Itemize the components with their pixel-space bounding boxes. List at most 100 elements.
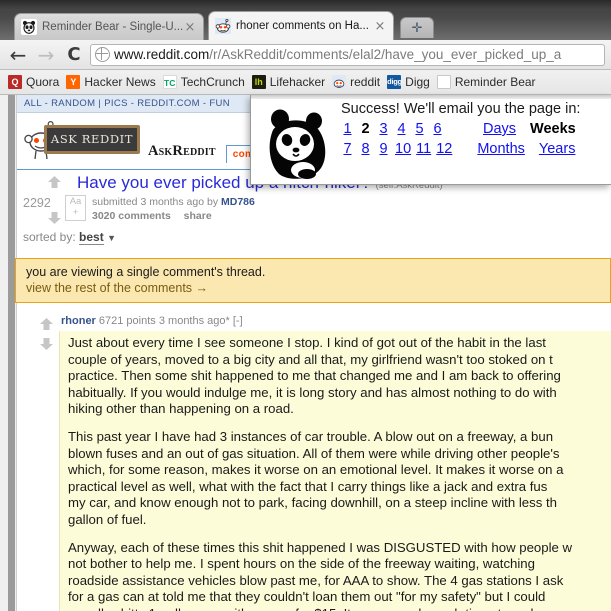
reminder-row-1: 1 2 3 4 5 6 Days Weeks: [341, 121, 609, 137]
comment-line: roadside assistance vehicles blow past m…: [68, 572, 564, 588]
bookmark-digg[interactable]: digg Digg: [385, 73, 435, 92]
unit-option-weeks-selected[interactable]: Weeks: [530, 121, 576, 137]
comment-body: Just about every time I see someone I st…: [59, 331, 611, 611]
number-option-2-selected[interactable]: 2: [359, 121, 372, 137]
number-option-4[interactable]: 4: [395, 121, 408, 137]
comment-upvote-icon[interactable]: [39, 317, 54, 331]
bookmark-label: reddit: [350, 75, 381, 89]
number-option-6[interactable]: 6: [431, 121, 444, 137]
bookmarks-bar: Q Quora Y Hacker News TC TechCrunch lh L…: [0, 70, 611, 95]
subreddit-title[interactable]: AskReddit: [142, 143, 226, 162]
number-option-8[interactable]: 8: [359, 141, 372, 157]
tab-title: rhoner comments on Ha...: [236, 20, 369, 32]
subreddit-banner-text: ASK REDDIT: [44, 125, 140, 154]
bookmark-hacker-news[interactable]: Y Hacker News: [64, 73, 160, 92]
quora-icon: Q: [8, 75, 22, 89]
digg-icon: digg: [387, 75, 402, 89]
post-submitted: submitted 3 months ago by: [92, 196, 219, 208]
browser-window: Reminder Bear - Single-U... × rhoner com…: [0, 0, 611, 611]
browser-tab-reddit[interactable]: rhoner comments on Ha... ×: [208, 11, 394, 40]
reddit-icon: [332, 75, 347, 89]
post-share-link[interactable]: share: [184, 210, 212, 222]
bookmark-label: Hacker News: [84, 75, 156, 89]
page-scrollbar[interactable]: [0, 95, 17, 611]
number-option-3[interactable]: 3: [377, 121, 390, 137]
chevron-down-icon[interactable]: ▼: [107, 233, 116, 243]
number-option-12[interactable]: 12: [436, 141, 452, 157]
number-option-10[interactable]: 10: [395, 141, 411, 157]
text-size-widget[interactable]: Aa +: [65, 195, 86, 221]
forward-button[interactable]: →: [32, 41, 60, 69]
banner-line-1: you are viewing a single comment's threa…: [26, 265, 266, 279]
post-score: 2292: [23, 196, 51, 210]
comment-line: Just about every time I see someone I st…: [68, 335, 546, 350]
post-author[interactable]: MD786: [221, 196, 255, 208]
comment-line: blown fuses and an out of gas situation.…: [68, 445, 560, 461]
new-tab-button[interactable]: ✛: [400, 17, 434, 38]
address-bar[interactable]: www.reddit.com/r/AskReddit/comments/elal…: [90, 43, 605, 66]
url-host: www.reddit.com: [114, 47, 210, 62]
unit-option-years[interactable]: Years: [539, 141, 576, 157]
techcrunch-icon: TC: [162, 75, 177, 89]
globe-icon: [95, 47, 110, 62]
reload-button[interactable]: C: [60, 41, 88, 69]
url-path: /r/AskReddit/comments/elal2/have_you_eve…: [209, 47, 562, 62]
popup-title: Success! We'll email you the page in:: [341, 101, 581, 117]
browser-tab-reminder-bear[interactable]: Reminder Bear - Single-U... ×: [14, 13, 204, 40]
view-rest-of-comments-link[interactable]: view the rest of the comments →: [26, 281, 610, 295]
close-icon[interactable]: ×: [183, 21, 197, 34]
unit-option-days[interactable]: Days: [483, 121, 516, 137]
hacker-news-icon: Y: [66, 75, 81, 89]
unit-option-months[interactable]: Months: [477, 141, 525, 157]
comment-line: habitually. If you would indulge me, it …: [68, 384, 557, 400]
comment-paragraph: Anyway, each of these times this shit ha…: [68, 540, 611, 611]
number-option-11[interactable]: 11: [416, 141, 431, 157]
sorted-by-value[interactable]: best: [79, 230, 104, 245]
comment-collapse-toggle[interactable]: [-]: [233, 315, 243, 327]
lifehacker-icon: lh: [251, 75, 266, 89]
number-option-9[interactable]: 9: [377, 141, 390, 157]
comment-author[interactable]: rhoner: [61, 315, 96, 327]
comment-line: Anyway, each of these times this shit ha…: [68, 539, 573, 555]
bookmark-lifehacker[interactable]: lh Lifehacker: [250, 73, 330, 92]
comment-line: which, for some reason, makes it worse o…: [68, 462, 564, 478]
comment-line: a really shitty 1-gallon one with no cap…: [68, 606, 611, 611]
post-actions: 3020 comments share: [92, 210, 212, 222]
comment-line: not bother to help me. I spent hours on …: [68, 556, 535, 572]
bookmark-quora[interactable]: Q Quora: [6, 73, 64, 92]
browser-toolbar: ← → C www.reddit.com/r/AskReddit/comment…: [0, 40, 611, 70]
number-option-1[interactable]: 1: [341, 121, 354, 137]
bookmark-reddit[interactable]: reddit: [330, 73, 385, 92]
number-option-7[interactable]: 7: [341, 141, 354, 157]
reminder-row-2: 7 8 9 10 11 12 Months Years: [341, 141, 609, 157]
sorted-by: sorted by: best ▼: [23, 230, 116, 245]
comment-downvote-icon[interactable]: [39, 337, 54, 351]
reddit-icon: [215, 18, 231, 34]
single-thread-banner: you are viewing a single comment's threa…: [15, 258, 611, 303]
back-button[interactable]: ←: [4, 41, 32, 69]
url-text: www.reddit.com/r/AskReddit/comments/elal…: [114, 47, 561, 62]
number-option-5[interactable]: 5: [413, 121, 426, 137]
comment-header: rhoner 6721 points 3 months ago* [-]: [61, 315, 243, 327]
post-meta: submitted 3 months ago by MD786: [92, 196, 255, 208]
bookmark-label: Quora: [26, 75, 60, 89]
browser-titlebar: Reminder Bear - Single-U... × rhoner com…: [0, 0, 611, 40]
text-size-label: Aa: [69, 196, 82, 207]
bookmark-reminder-bear[interactable]: Reminder Bear: [435, 73, 541, 92]
comment-line: gallon of fuel.: [68, 511, 147, 527]
tab-strip: Reminder Bear - Single-U... × rhoner com…: [0, 10, 611, 40]
post-downvote-icon[interactable]: [47, 211, 62, 225]
comment-paragraph: This past year I have had 3 instances of…: [68, 429, 611, 529]
close-icon[interactable]: ×: [373, 20, 387, 33]
unit-options-row-1: Days Weeks: [469, 121, 576, 137]
comment-line: hiking other than happening on a road.: [68, 401, 294, 417]
number-options-row-1: 1 2 3 4 5 6: [341, 121, 449, 137]
bookmark-techcrunch[interactable]: TC TechCrunch: [161, 73, 250, 92]
comment-paragraph: Just about every time I see someone I st…: [68, 335, 611, 418]
bookmark-label: Lifehacker: [269, 75, 326, 89]
text-size-plus[interactable]: +: [66, 207, 85, 218]
post-comments-link[interactable]: 3020 comments: [92, 210, 171, 222]
popup-content: Success! We'll email you the page in: 1 …: [341, 101, 609, 157]
bookmark-label: Digg: [405, 75, 430, 89]
post-upvote-icon[interactable]: [47, 175, 62, 189]
